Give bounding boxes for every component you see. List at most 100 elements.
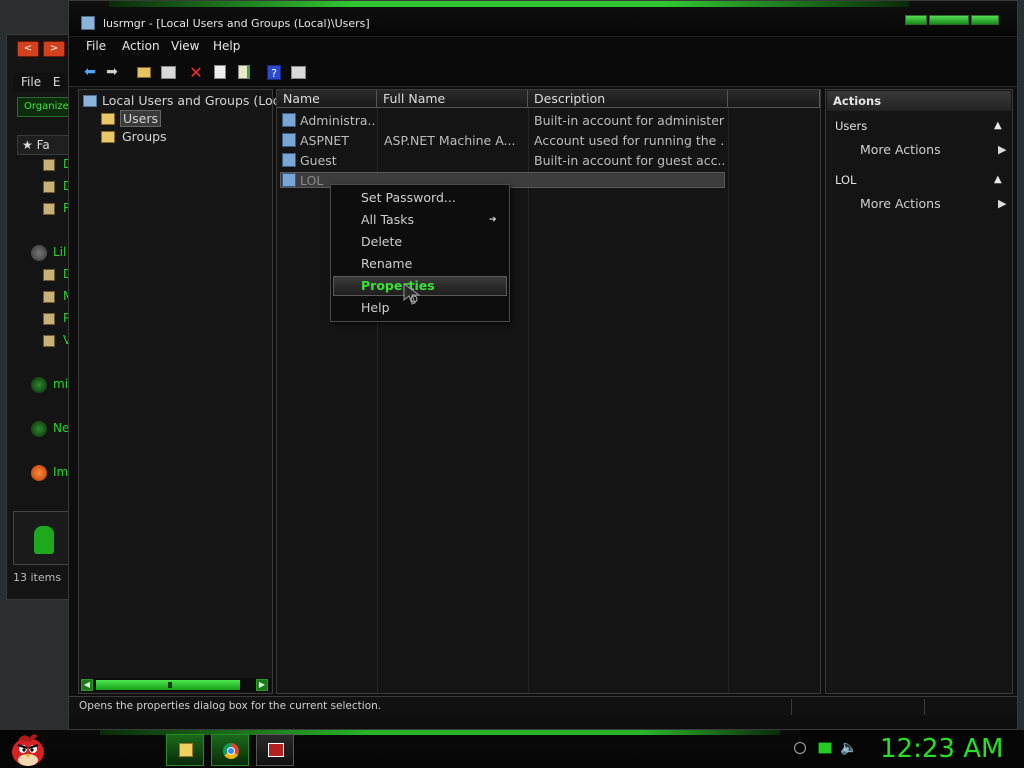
export-list-icon[interactable] [235,63,253,81]
actions-pane: Actions Users ▲ More Actions ▶ LOL ▲ Mor… [825,89,1013,694]
volume-icon[interactable]: 🔈 [840,740,857,756]
bg-item[interactable]: Ne [53,421,69,435]
show-hide-tree-icon[interactable] [159,63,177,81]
column-divider [728,108,729,693]
tray-chevron-icon[interactable] [794,742,806,754]
forward-nav-icon[interactable]: > [43,41,65,57]
network-tray-icon[interactable] [818,742,832,754]
column-divider [528,108,529,693]
user-icon [282,153,296,167]
app-icon [81,16,95,30]
folder-icon [101,113,115,125]
bg-menubar: File E [13,73,73,91]
chevron-right-icon[interactable]: ▶ [998,197,1006,210]
clock[interactable]: 12:23 AM [880,734,1003,764]
tree-item-users-label: Users [120,110,162,127]
menu-help[interactable]: Help [213,39,240,53]
menu-action[interactable]: Action [122,39,160,53]
tree-item-users[interactable]: Users [101,110,162,127]
bg-status-count: 13 items [13,571,62,584]
actions-section-lol[interactable]: LOL [835,173,856,187]
submenu-arrow-icon: ➔ [489,215,497,225]
scroll-grip-icon [168,682,172,688]
actions-section-users[interactable]: Users [835,119,867,133]
tree-root[interactable]: Local Users and Groups (Loc [83,93,280,108]
network-orb-icon [31,421,47,437]
folder-icon [43,159,55,171]
chrome-icon[interactable] [211,734,249,766]
bg-item[interactable]: mi [53,377,68,391]
user-icon [282,173,296,187]
bg-menu-file[interactable]: File [21,75,41,89]
horizontal-scrollbar[interactable]: ◀ ▶ [80,678,271,692]
close-button[interactable] [971,15,999,25]
up-folder-icon[interactable] [135,63,153,81]
organize-button[interactable]: Organize [17,97,73,117]
menu-item-all-tasks[interactable]: All Tasks [361,212,414,227]
folder-icon [101,131,115,143]
scroll-right-icon[interactable]: ▶ [256,679,268,691]
flash-icon [31,465,47,481]
menu-item-rename[interactable]: Rename [361,256,412,271]
collapse-up-icon[interactable]: ▲ [994,120,1002,131]
taskbar: 🔈 12:23 AM [0,730,1024,768]
actions-header: Actions [827,91,1011,111]
user-description: Built-in account for administer... [534,113,724,128]
menu-file[interactable]: File [86,39,106,53]
minimize-button[interactable] [905,15,927,25]
status-text: Opens the properties dialog box for the … [79,700,382,712]
computer-orb-icon [31,377,47,393]
preview-thumbnail [13,511,73,565]
column-header-name[interactable]: Name [277,90,377,108]
folder-icon [43,181,55,193]
chevron-right-icon[interactable]: ▶ [998,143,1006,156]
taskbar-background [40,730,800,768]
maximize-button[interactable] [929,15,969,25]
column-header-extra[interactable] [728,90,820,108]
user-name[interactable]: ASPNET [300,133,376,148]
window-title: lusrmgr - [Local Users and Groups (Local… [103,17,370,30]
back-arrow-icon[interactable]: ⬅ [81,63,99,81]
explorer-icon[interactable] [166,734,204,766]
music-icon [43,291,55,303]
properties-icon[interactable] [211,63,229,81]
title-glow [109,1,909,7]
start-button-icon[interactable] [8,730,48,768]
title-bar[interactable]: lusrmgr - [Local Users and Groups (Local… [69,1,1017,37]
user-name[interactable]: Guest [300,153,376,168]
user-description: Account used for running the ... [534,133,724,148]
collapse-up-icon[interactable]: ▲ [994,174,1002,185]
show-hide-action-pane-icon[interactable] [289,63,307,81]
stamp-icon [34,526,54,554]
bg-item[interactable]: Lil [53,245,66,259]
user-icon [282,113,296,127]
help-icon[interactable]: ? [265,63,283,81]
more-actions-lol[interactable]: More Actions [860,196,941,211]
forward-arrow-icon[interactable]: ➡ [103,63,121,81]
pictures-icon [43,313,55,325]
computer-management-icon[interactable] [256,734,294,766]
toolbar: ⬅ ➡ ✕ ? [69,57,1017,87]
libraries-icon [31,245,47,261]
favorites-header[interactable]: ★ Fa [17,135,73,155]
status-divider [924,699,925,715]
delete-icon[interactable]: ✕ [187,63,205,82]
document-icon [43,269,55,281]
menu-item-delete[interactable]: Delete [361,234,402,249]
computer-users-icon [83,95,97,107]
menu-item-help[interactable]: Help [361,300,390,315]
back-nav-icon[interactable]: < [17,41,39,57]
tree-item-groups[interactable]: Groups [101,129,169,144]
menu-view[interactable]: View [171,39,199,53]
user-icon [282,133,296,147]
more-actions-users[interactable]: More Actions [860,142,941,157]
user-full-name: ASP.NET Machine A... [384,133,516,148]
menu-item-set-password[interactable]: Set Password... [361,190,456,205]
column-header-full-name[interactable]: Full Name [377,90,528,108]
user-name[interactable]: Administra... [300,113,376,128]
scroll-left-icon[interactable]: ◀ [81,679,93,691]
bg-item[interactable]: Im [53,465,68,479]
tree-item-groups-label: Groups [122,129,167,144]
bg-menu-edit[interactable]: E [53,75,61,89]
column-header-description[interactable]: Description [528,90,728,108]
